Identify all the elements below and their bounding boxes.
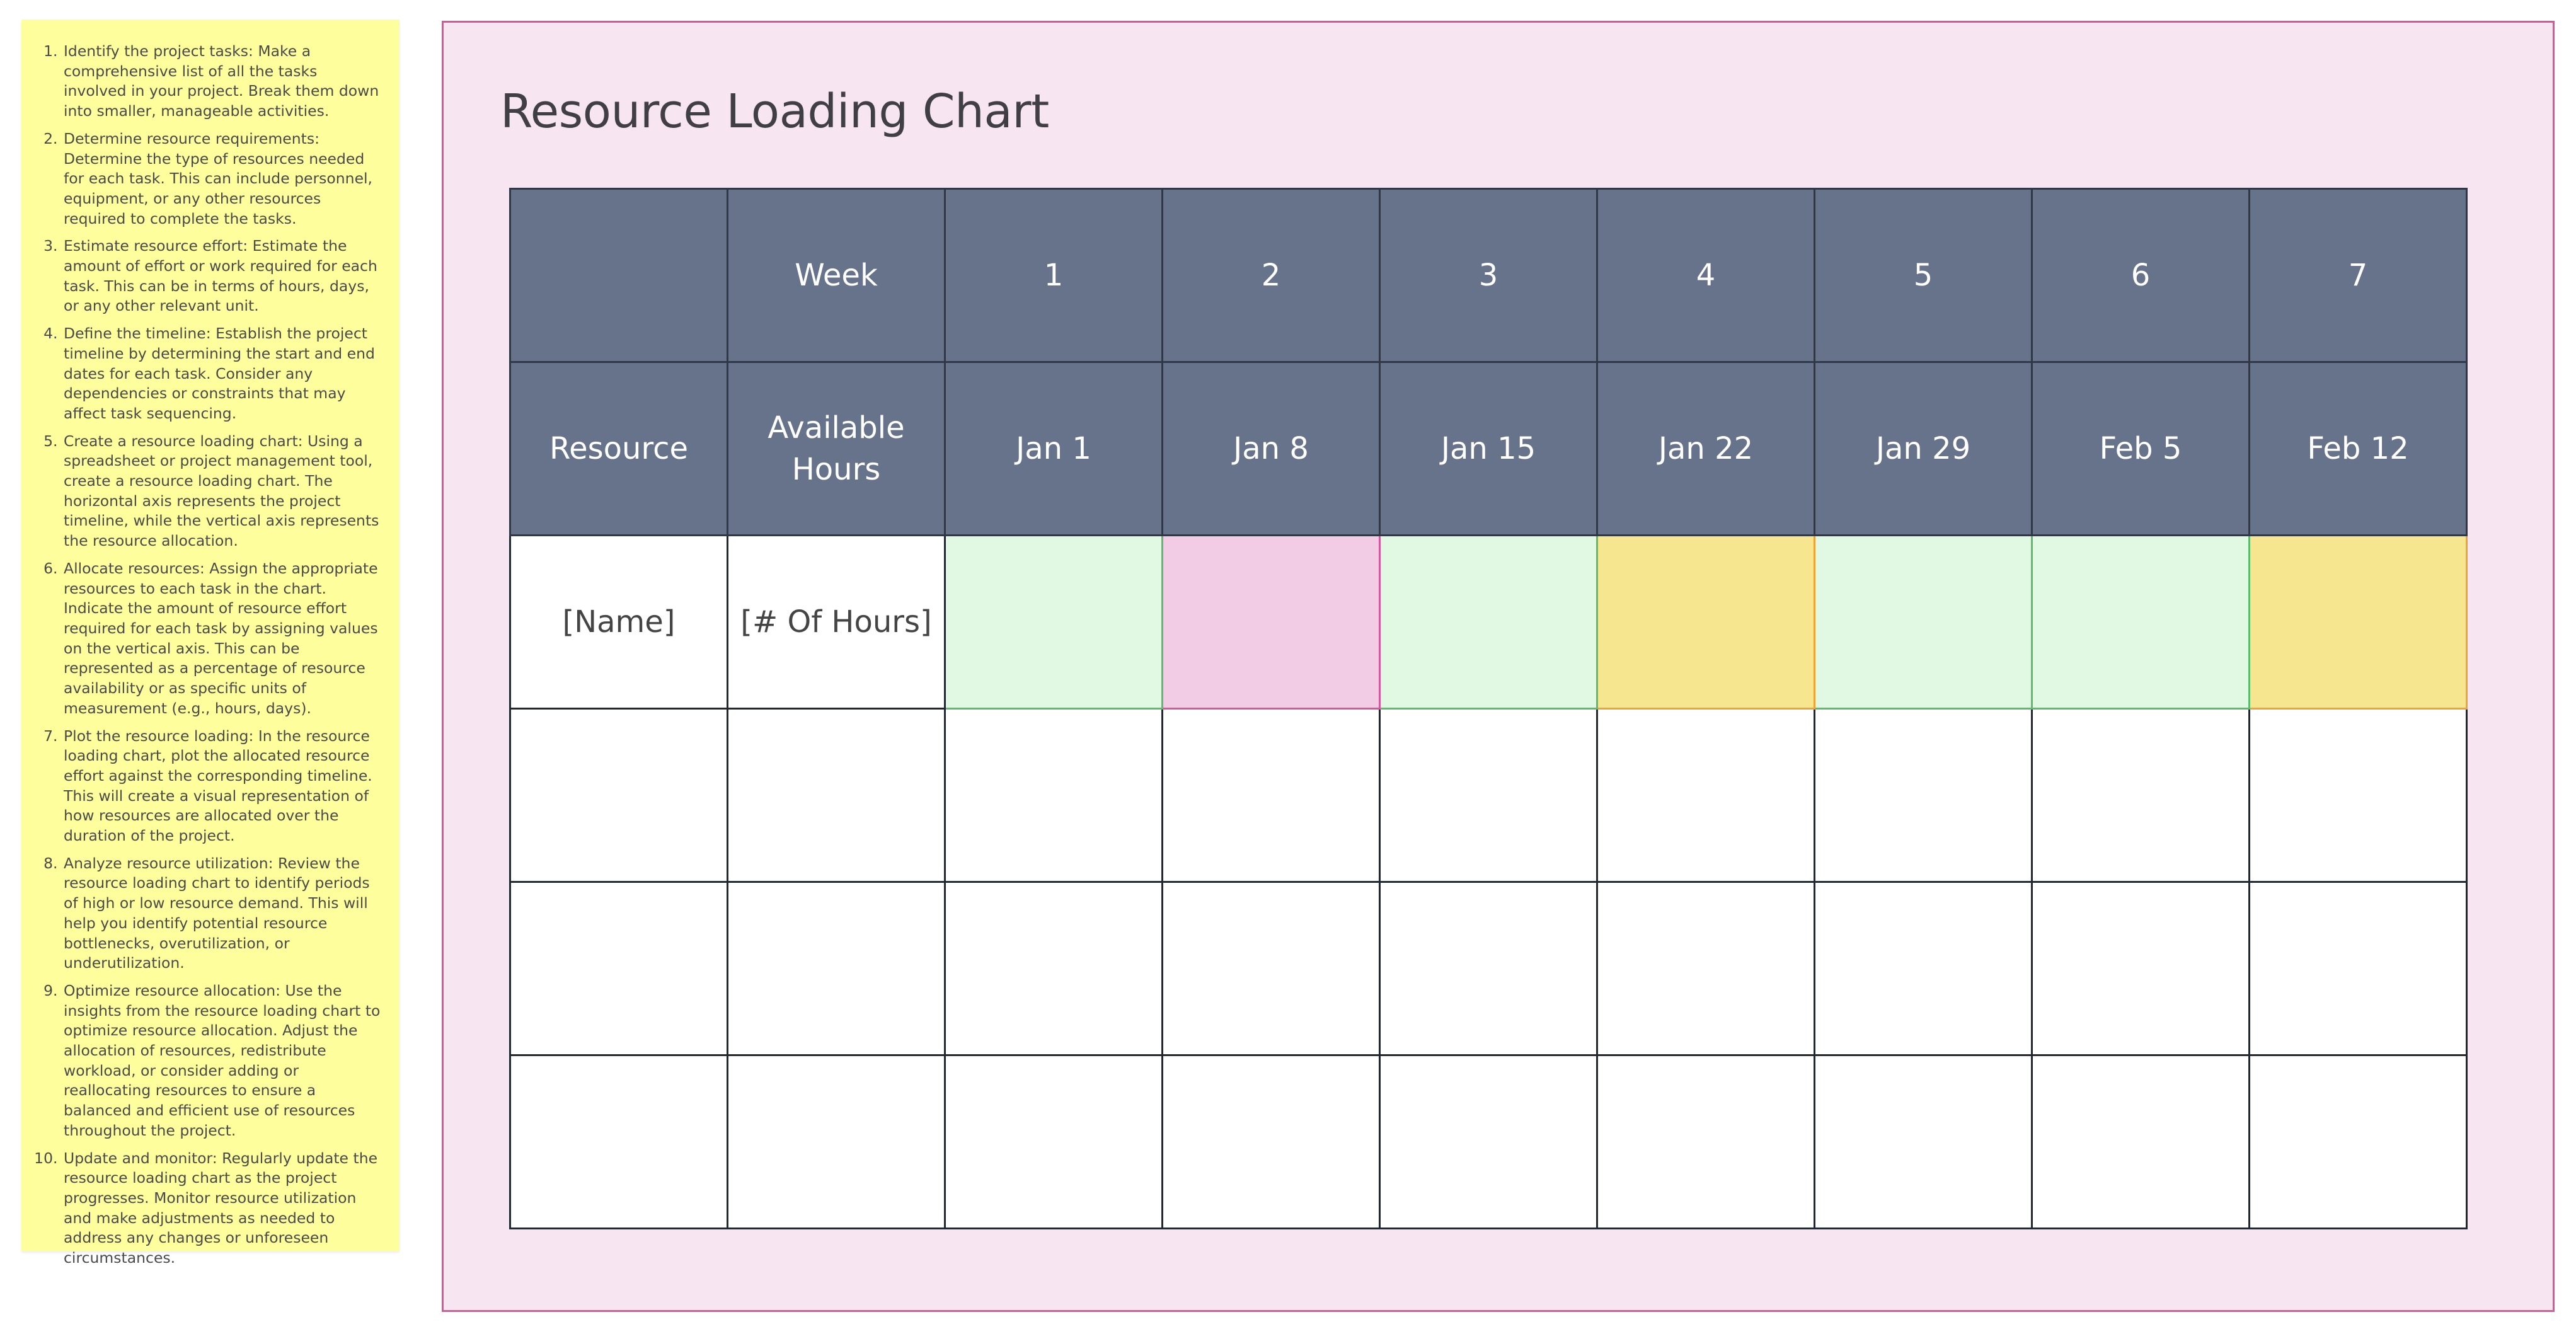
week-number-cell[interactable]: 1 — [944, 188, 1163, 363]
date-cell[interactable]: Jan 22 — [1596, 361, 1815, 536]
allocation-cell-green[interactable] — [1814, 534, 2033, 710]
empty-cell[interactable] — [944, 1054, 1163, 1229]
allocation-cell-green[interactable] — [944, 534, 1163, 710]
empty-resource-row — [509, 708, 2468, 883]
empty-cell[interactable] — [1379, 881, 1598, 1056]
week-number-cell[interactable]: 4 — [1596, 188, 1815, 363]
resource-label-cell[interactable]: Resource — [509, 361, 728, 536]
date-header-row: Resource Available Hours Jan 1 Jan 8 Jan… — [509, 361, 2468, 536]
empty-cell[interactable] — [944, 708, 1163, 883]
empty-resource-row — [509, 881, 2468, 1056]
resource-loading-frame[interactable]: Resource Loading Chart Week 1 2 3 4 5 6 … — [442, 21, 2555, 1312]
instruction-step-1: Identify the project tasks: Make a compr… — [62, 42, 384, 122]
instruction-step-3: Estimate resource effort: Estimate the a… — [62, 236, 384, 316]
resource-name-cell[interactable]: [Name] — [509, 534, 728, 710]
empty-cell[interactable] — [509, 1054, 728, 1229]
allocation-cell-yellow[interactable] — [1596, 534, 1815, 710]
empty-cell[interactable] — [1814, 881, 2033, 1056]
allocation-cell-pink[interactable] — [1161, 534, 1381, 710]
empty-cell[interactable] — [2248, 1054, 2468, 1229]
empty-cell[interactable] — [1596, 1054, 1815, 1229]
empty-cell[interactable] — [2248, 708, 2468, 883]
instruction-step-6: Allocate resources: Assign the appropria… — [62, 559, 384, 719]
instructions-list: Identify the project tasks: Make a compr… — [21, 20, 400, 1268]
empty-cell[interactable] — [1161, 881, 1381, 1056]
frame-title: Resource Loading Chart — [500, 84, 1049, 139]
instruction-step-8: Analyze resource utilization: Review the… — [62, 854, 384, 974]
empty-cell[interactable] — [2031, 1054, 2250, 1229]
empty-cell[interactable] — [1596, 708, 1815, 883]
empty-cell[interactable] — [1379, 1054, 1598, 1229]
empty-cell[interactable] — [1814, 1054, 2033, 1229]
week-number-cell[interactable]: 3 — [1379, 188, 1598, 363]
allocation-cell-green[interactable] — [2031, 534, 2250, 710]
date-cell[interactable]: Jan 29 — [1814, 361, 2033, 536]
instruction-step-2: Determine resource requirements: Determi… — [62, 129, 384, 229]
date-cell[interactable]: Jan 15 — [1379, 361, 1598, 536]
empty-cell[interactable] — [1814, 708, 2033, 883]
week-number-cell[interactable]: 5 — [1814, 188, 2033, 363]
empty-cell[interactable] — [727, 1054, 946, 1229]
date-cell[interactable]: Jan 1 — [944, 361, 1163, 536]
empty-cell[interactable] — [2031, 708, 2250, 883]
date-cell[interactable]: Feb 5 — [2031, 361, 2250, 536]
empty-cell[interactable] — [1161, 1054, 1381, 1229]
week-header-row: Week 1 2 3 4 5 6 7 — [509, 188, 2468, 363]
instruction-step-7: Plot the resource loading: In the resour… — [62, 727, 384, 846]
empty-cell[interactable] — [944, 881, 1163, 1056]
resource-hours-cell[interactable]: [# Of Hours] — [727, 534, 946, 710]
empty-cell[interactable] — [1596, 881, 1815, 1056]
instruction-step-10: Update and monitor: Regularly update the… — [62, 1149, 384, 1268]
available-hours-label-cell[interactable]: Available Hours — [727, 361, 946, 536]
date-cell[interactable]: Feb 12 — [2248, 361, 2468, 536]
empty-cell[interactable] — [2248, 881, 2468, 1056]
instruction-step-4: Define the timeline: Establish the proje… — [62, 324, 384, 424]
date-cell[interactable]: Jan 8 — [1161, 361, 1381, 536]
empty-cell[interactable] — [1161, 708, 1381, 883]
week-number-cell[interactable]: 2 — [1161, 188, 1381, 363]
instructions-sticky-note[interactable]: Identify the project tasks: Make a compr… — [21, 20, 400, 1267]
allocation-cell-yellow[interactable] — [2248, 534, 2468, 710]
instruction-step-5: Create a resource loading chart: Using a… — [62, 432, 384, 551]
empty-resource-row — [509, 1054, 2468, 1229]
resource-loading-table: Week 1 2 3 4 5 6 7 Resource Available Ho… — [509, 188, 2468, 1229]
week-number-cell[interactable]: 7 — [2248, 188, 2468, 363]
empty-cell[interactable] — [509, 881, 728, 1056]
week-label-cell[interactable]: Week — [727, 188, 946, 363]
empty-cell[interactable] — [2031, 881, 2250, 1056]
week-number-cell[interactable]: 6 — [2031, 188, 2250, 363]
allocation-cell-green[interactable] — [1379, 534, 1598, 710]
empty-cell[interactable] — [727, 708, 946, 883]
empty-cell[interactable] — [1379, 708, 1598, 883]
instruction-step-9: Optimize resource allocation: Use the in… — [62, 981, 384, 1141]
empty-cell[interactable] — [727, 881, 946, 1056]
empty-cell[interactable] — [509, 708, 728, 883]
corner-cell[interactable] — [509, 188, 728, 363]
resource-row: [Name] [# Of Hours] — [509, 534, 2468, 710]
